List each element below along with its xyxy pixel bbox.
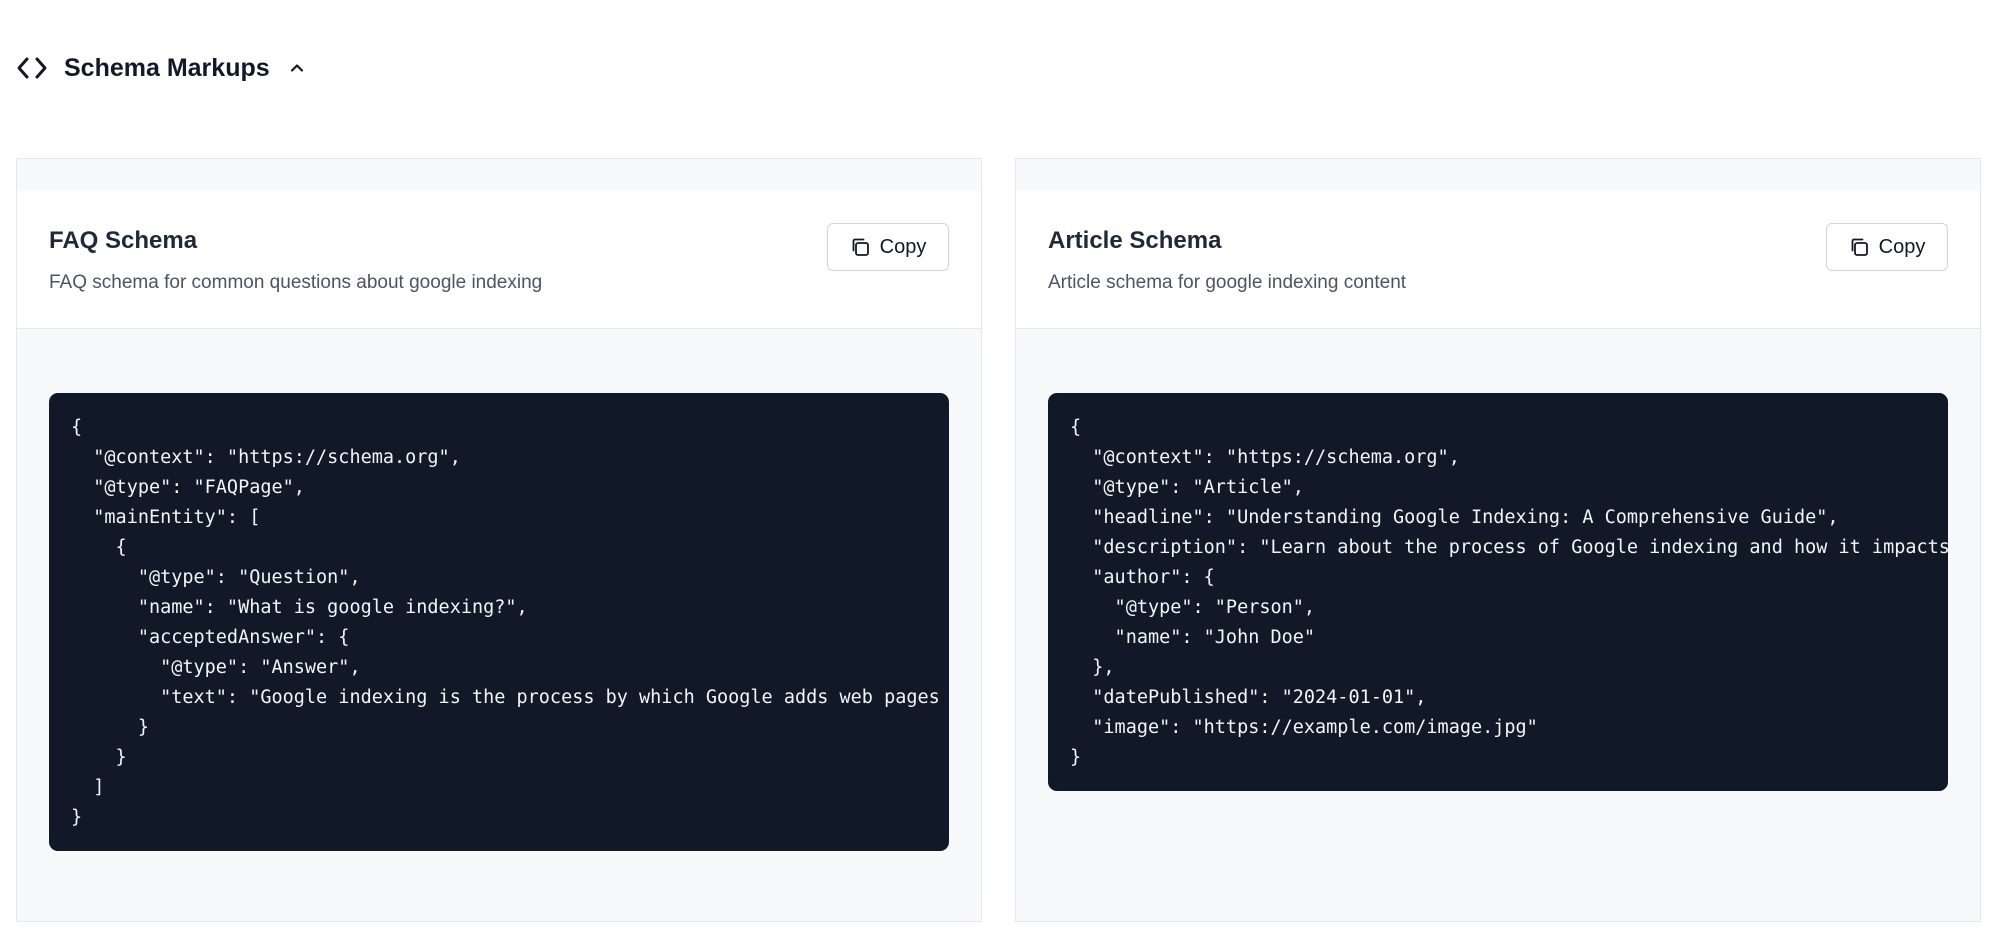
card-header: Article Schema Article schema for google… [1016, 191, 1980, 329]
code-block: { "@context": "https://schema.org", "@ty… [49, 393, 949, 851]
card-description: FAQ schema for common questions about go… [49, 272, 543, 293]
faq-schema-card: FAQ Schema FAQ schema for common questio… [16, 158, 982, 922]
article-schema-card: Article Schema Article schema for google… [1015, 158, 1981, 922]
copy-icon [1849, 237, 1869, 257]
section-title: Schema Markups [64, 53, 270, 82]
schema-markups-header: Schema Markups [16, 50, 306, 86]
card-header: FAQ Schema FAQ schema for common questio… [17, 191, 981, 329]
article-schema-code: { "@context": "https://schema.org", "@ty… [1070, 417, 1948, 768]
copy-button[interactable]: Copy [1826, 223, 1948, 271]
copy-button[interactable]: Copy [827, 223, 949, 271]
card-title: Article Schema [1048, 227, 1222, 254]
code-icon [16, 52, 48, 84]
code-block: { "@context": "https://schema.org", "@ty… [1048, 393, 1948, 791]
faq-schema-code: { "@context": "https://schema.org", "@ty… [71, 417, 940, 828]
card-top-band [17, 159, 981, 191]
copy-icon [850, 237, 870, 257]
card-description: Article schema for google indexing conte… [1048, 272, 1407, 293]
copy-button-label: Copy [1878, 235, 1926, 258]
copy-button-label: Copy [879, 235, 927, 258]
chevron-up-icon[interactable] [288, 59, 306, 77]
card-title: FAQ Schema [49, 227, 198, 254]
card-top-band [1016, 159, 1980, 191]
